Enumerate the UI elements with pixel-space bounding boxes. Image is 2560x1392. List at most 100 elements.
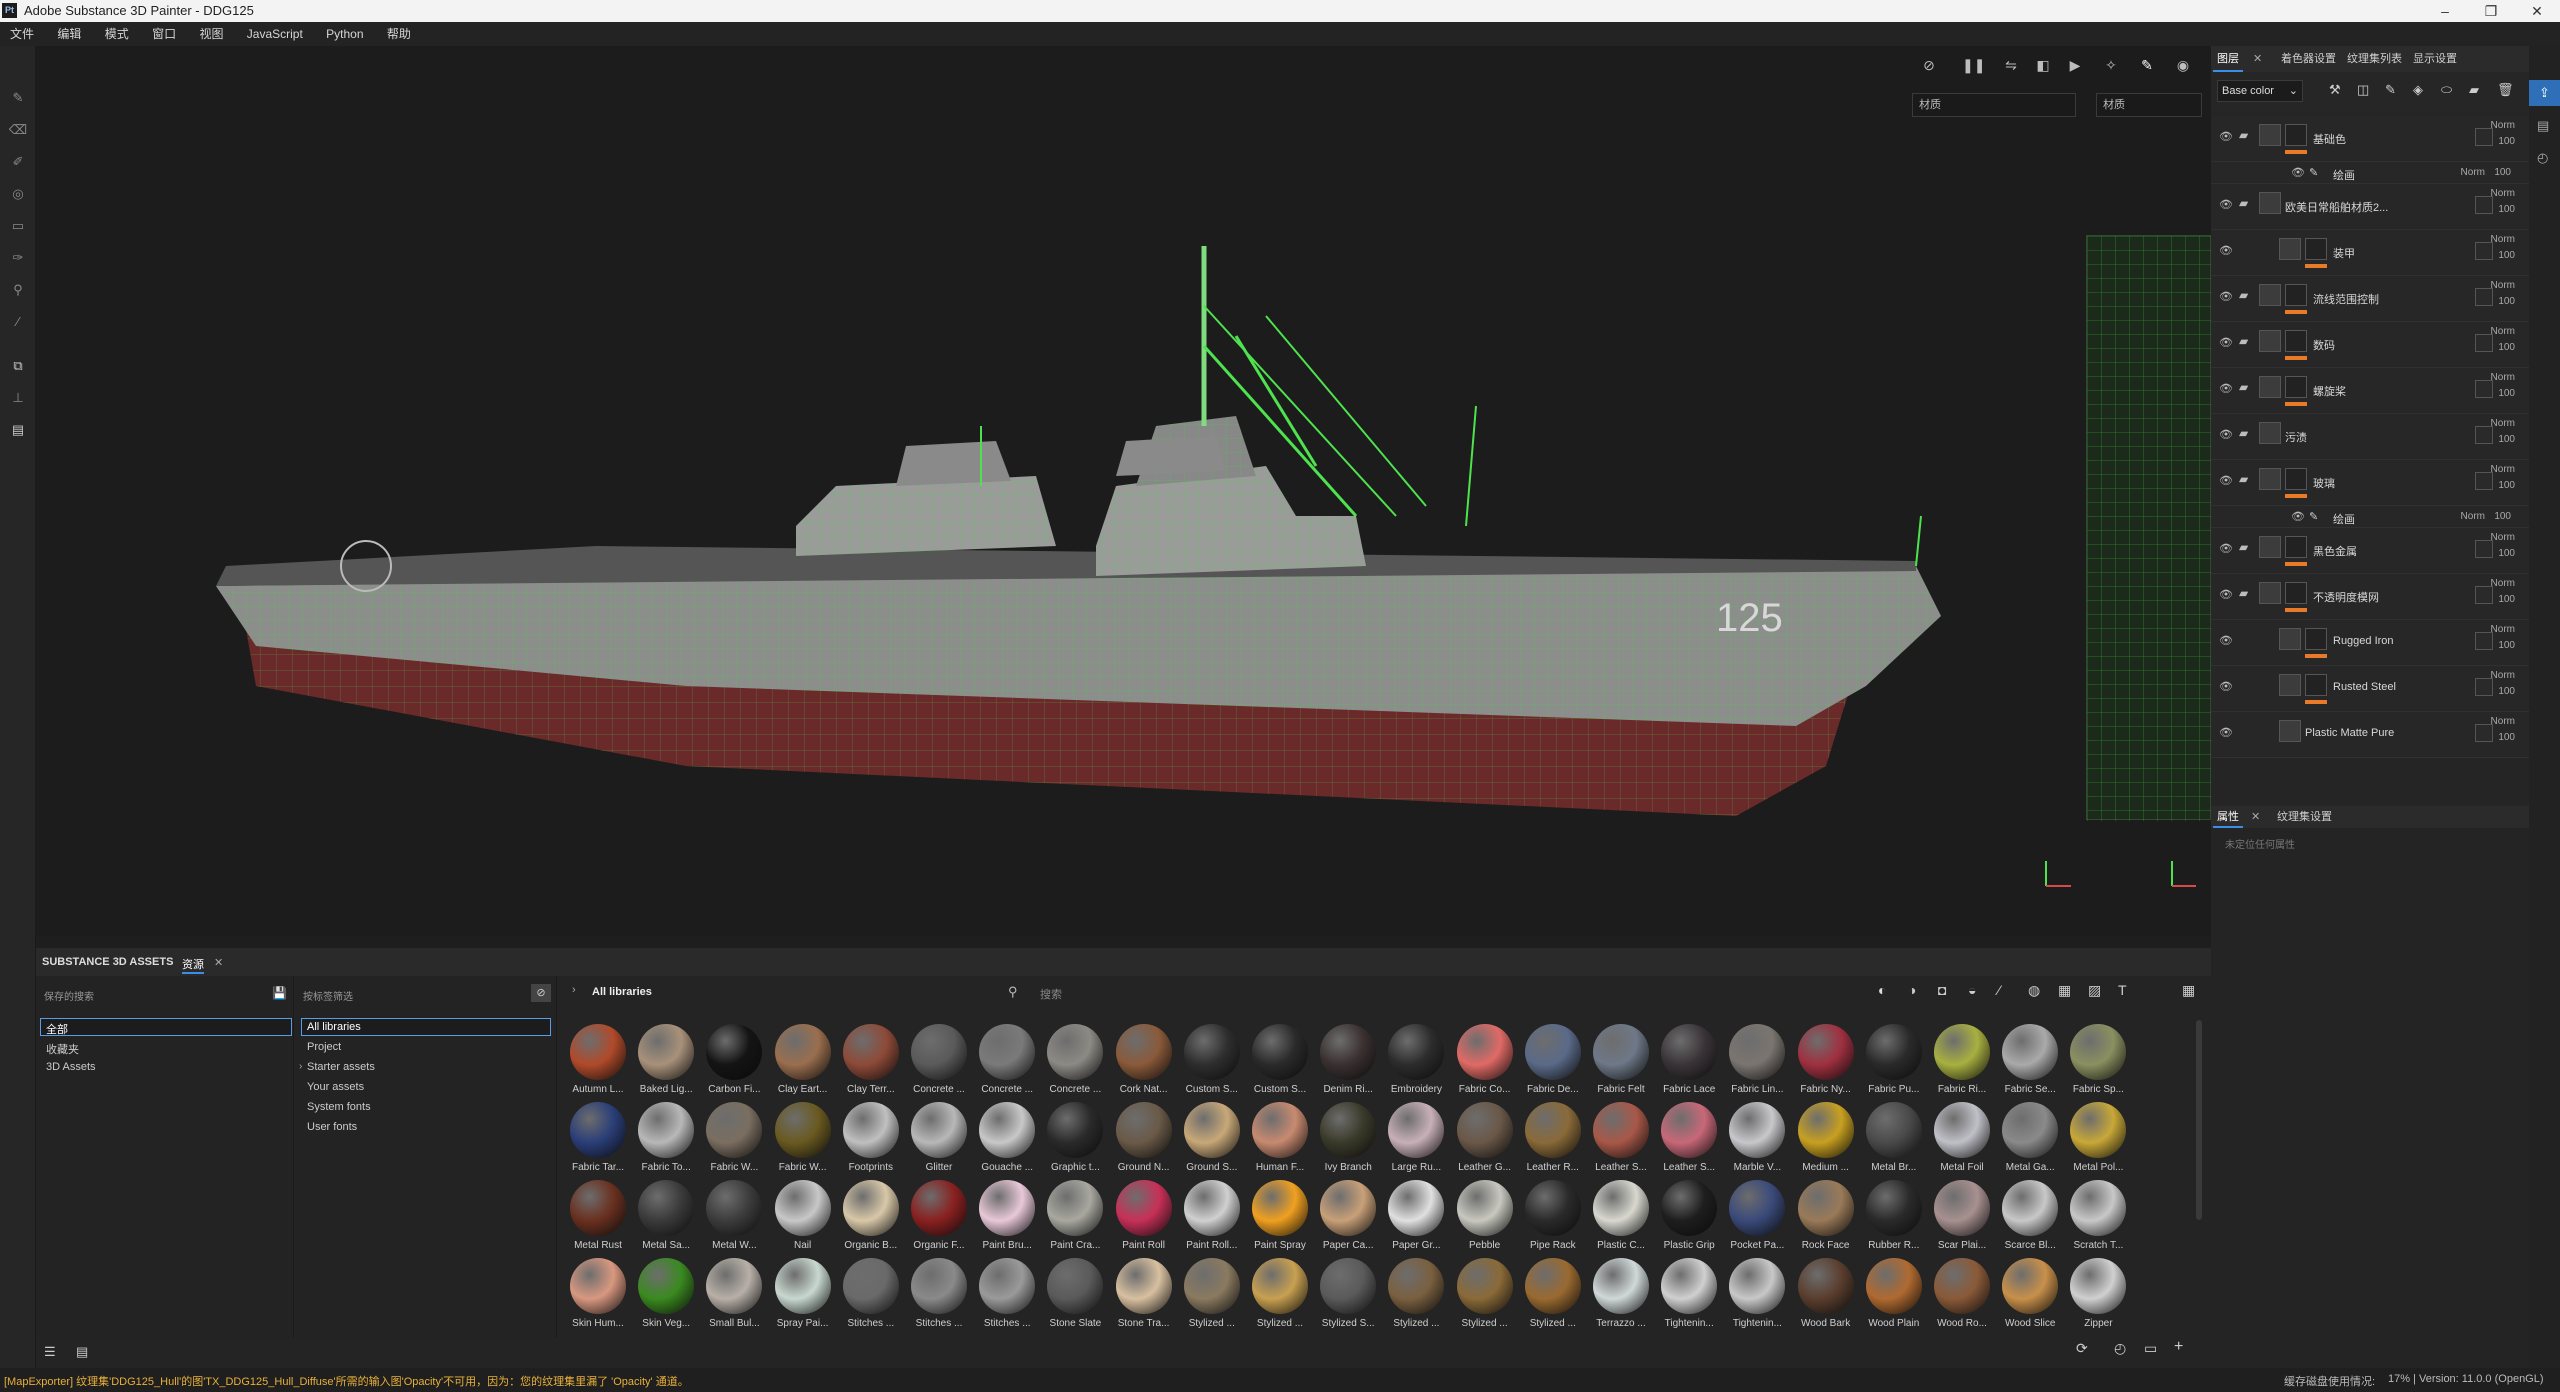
smudge-icon[interactable]: ✑ bbox=[8, 248, 28, 268]
layer-blend[interactable]: Norm bbox=[2461, 511, 2485, 522]
layer-name[interactable]: 不透明度模网 bbox=[2313, 589, 2379, 605]
material-thumbnail[interactable] bbox=[706, 1102, 763, 1158]
layer-thumbnail[interactable] bbox=[2259, 536, 2281, 558]
menu-view[interactable]: 视图 bbox=[189, 22, 233, 46]
layer-name[interactable]: 欧美日常船舶材质2... bbox=[2285, 199, 2388, 215]
material-thumbnail[interactable] bbox=[2002, 1258, 2059, 1314]
folder-icon[interactable]: ▰ bbox=[2239, 586, 2255, 600]
add-effect-icon[interactable]: ⬭ bbox=[2441, 82, 2452, 98]
folder-icon[interactable]: ▰ bbox=[2239, 426, 2255, 440]
material-thumbnail[interactable] bbox=[1797, 1258, 1854, 1314]
material-thumbnail[interactable] bbox=[1388, 1102, 1445, 1158]
polygon-fill-icon[interactable]: ▭ bbox=[8, 216, 28, 236]
material-thumbnail[interactable] bbox=[774, 1180, 831, 1236]
material-thumbnail[interactable] bbox=[1797, 1180, 1854, 1236]
material-thumbnail[interactable] bbox=[774, 1024, 831, 1080]
eye-icon[interactable]: 👁 bbox=[2219, 290, 2233, 303]
material-thumbnail[interactable] bbox=[706, 1024, 763, 1080]
mask-thumbnail[interactable] bbox=[2285, 536, 2307, 558]
layer-name[interactable]: 污渍 bbox=[2285, 429, 2307, 445]
lib-all-libraries[interactable]: All libraries bbox=[307, 1021, 361, 1033]
layer-opacity[interactable]: 100 bbox=[2498, 434, 2515, 445]
material-thumbnail[interactable] bbox=[706, 1180, 763, 1236]
layer-blend[interactable]: Norm bbox=[2491, 326, 2515, 337]
breadcrumb-chevron-icon[interactable]: › bbox=[572, 984, 576, 996]
3d-viewport[interactable]: ⊘ ❚❚ ⇋ ◧ ▶ ✧ ✎ ◉ 材质 材质 125 bbox=[36, 46, 2211, 936]
material-thumbnail[interactable] bbox=[1183, 1024, 1240, 1080]
menu-file[interactable]: 文件 bbox=[0, 22, 44, 46]
material-thumbnail[interactable] bbox=[979, 1102, 1036, 1158]
folder-icon[interactable]: ▰ bbox=[2239, 540, 2255, 554]
measure-icon[interactable]: ⊥ bbox=[8, 388, 28, 408]
material-thumbnail[interactable] bbox=[1320, 1180, 1377, 1236]
layer-row[interactable]: 👁 ▰ 不透明度模网 Norm 100 bbox=[2211, 574, 2529, 620]
material-thumbnail[interactable] bbox=[1865, 1024, 1922, 1080]
tab-shader-settings[interactable]: 着色器设置 bbox=[2277, 46, 2340, 72]
minimize-button[interactable]: – bbox=[2422, 0, 2468, 22]
material-thumbnail[interactable] bbox=[638, 1180, 695, 1236]
add-icon[interactable]: + bbox=[2174, 1338, 2183, 1356]
material-thumbnail[interactable] bbox=[842, 1024, 899, 1080]
tab-properties[interactable]: 属性 bbox=[2213, 806, 2243, 828]
lib-system-fonts[interactable]: System fonts bbox=[307, 1101, 371, 1113]
filter-all[interactable]: 全部 bbox=[46, 1021, 68, 1037]
mask-thumbnail[interactable] bbox=[2285, 284, 2307, 306]
material-thumbnail[interactable] bbox=[979, 1024, 1036, 1080]
eye-icon[interactable]: 👁 bbox=[2219, 130, 2233, 143]
list-view-icon[interactable]: ☰ bbox=[44, 1344, 56, 1360]
material-thumbnail[interactable] bbox=[842, 1180, 899, 1236]
tab-texture-set-list[interactable]: 纹理集列表 bbox=[2343, 46, 2406, 72]
eye-icon[interactable]: 👁 bbox=[2219, 726, 2233, 739]
material-thumbnail[interactable] bbox=[1934, 1024, 1990, 1080]
layer-opacity[interactable]: 100 bbox=[2498, 296, 2515, 307]
layer-thumbnail[interactable] bbox=[2259, 284, 2281, 306]
layer-row[interactable]: 👁 ▰ 欧美日常船舶材质2... Norm 100 bbox=[2211, 184, 2529, 230]
material-thumbnail[interactable] bbox=[1865, 1180, 1922, 1236]
smart-masks-icon[interactable]: ◒ bbox=[1968, 982, 1976, 998]
layer-name[interactable]: Rusted Steel bbox=[2333, 681, 2396, 693]
material-thumbnail[interactable] bbox=[2070, 1258, 2127, 1314]
mask-thumbnail[interactable] bbox=[2305, 238, 2327, 260]
layer-blend[interactable]: Norm bbox=[2491, 464, 2515, 475]
mask-thumbnail[interactable] bbox=[2285, 468, 2307, 490]
material-thumbnail[interactable] bbox=[1047, 1102, 1104, 1158]
material-thumbnail[interactable] bbox=[979, 1180, 1036, 1236]
layer-row[interactable]: 👁 ▰ 污渍 Norm 100 bbox=[2211, 414, 2529, 460]
layer-blend[interactable]: Norm bbox=[2491, 372, 2515, 383]
material-thumbnail[interactable] bbox=[1320, 1258, 1377, 1314]
layer-name[interactable]: 绘画 bbox=[2333, 167, 2355, 183]
folder-icon[interactable]: ▰ bbox=[2239, 472, 2255, 486]
layer-row[interactable]: 👁 ▰ 螺旋桨 Norm 100 bbox=[2211, 368, 2529, 414]
material-thumbnail[interactable] bbox=[1115, 1024, 1172, 1080]
layer-thumbnail[interactable] bbox=[2259, 192, 2281, 214]
layer-blend[interactable]: Norm bbox=[2491, 716, 2515, 727]
layer-opacity[interactable]: 100 bbox=[2494, 511, 2511, 522]
material-thumbnail[interactable] bbox=[570, 1102, 626, 1158]
add-folder-icon[interactable]: ▰ bbox=[2469, 82, 2479, 98]
layer-opacity[interactable]: 100 bbox=[2498, 250, 2515, 261]
layer-opacity[interactable]: 100 bbox=[2498, 594, 2515, 605]
add-paint-layer-icon[interactable]: ✎ bbox=[2385, 82, 2396, 98]
search-input[interactable]: 搜索 bbox=[1040, 986, 1062, 1002]
eye-icon[interactable]: 👁 bbox=[2219, 244, 2233, 257]
layer-opacity[interactable]: 100 bbox=[2498, 548, 2515, 559]
layer-thumbnail[interactable] bbox=[2259, 330, 2281, 352]
material-thumbnail[interactable] bbox=[2070, 1102, 2127, 1158]
layer-name[interactable]: 流线范围控制 bbox=[2313, 291, 2379, 307]
images-icon[interactable]: ▨ bbox=[2088, 982, 2101, 999]
folder-icon[interactable]: ▰ bbox=[2239, 128, 2255, 142]
material-thumbnail[interactable] bbox=[1115, 1180, 1172, 1236]
layer-opacity[interactable]: 100 bbox=[2494, 167, 2511, 178]
eye-icon[interactable]: 👁 bbox=[2219, 198, 2233, 211]
notes-icon[interactable]: ▤ bbox=[8, 420, 28, 440]
mask-thumbnail[interactable] bbox=[2305, 628, 2327, 650]
shelf-icon[interactable]: ▤ bbox=[2537, 118, 2549, 134]
maximize-button[interactable]: ❐ bbox=[2468, 0, 2514, 22]
mask-thumbnail[interactable] bbox=[2285, 124, 2307, 146]
material-thumbnail[interactable] bbox=[1524, 1180, 1581, 1236]
material-thumbnail[interactable] bbox=[1661, 1024, 1718, 1080]
folder-icon[interactable]: ▰ bbox=[2239, 288, 2255, 302]
uv-view[interactable] bbox=[2086, 235, 2212, 821]
filter-favorites[interactable]: 收藏夹 bbox=[46, 1041, 79, 1057]
export-icon[interactable]: ⇪ bbox=[2529, 80, 2560, 106]
